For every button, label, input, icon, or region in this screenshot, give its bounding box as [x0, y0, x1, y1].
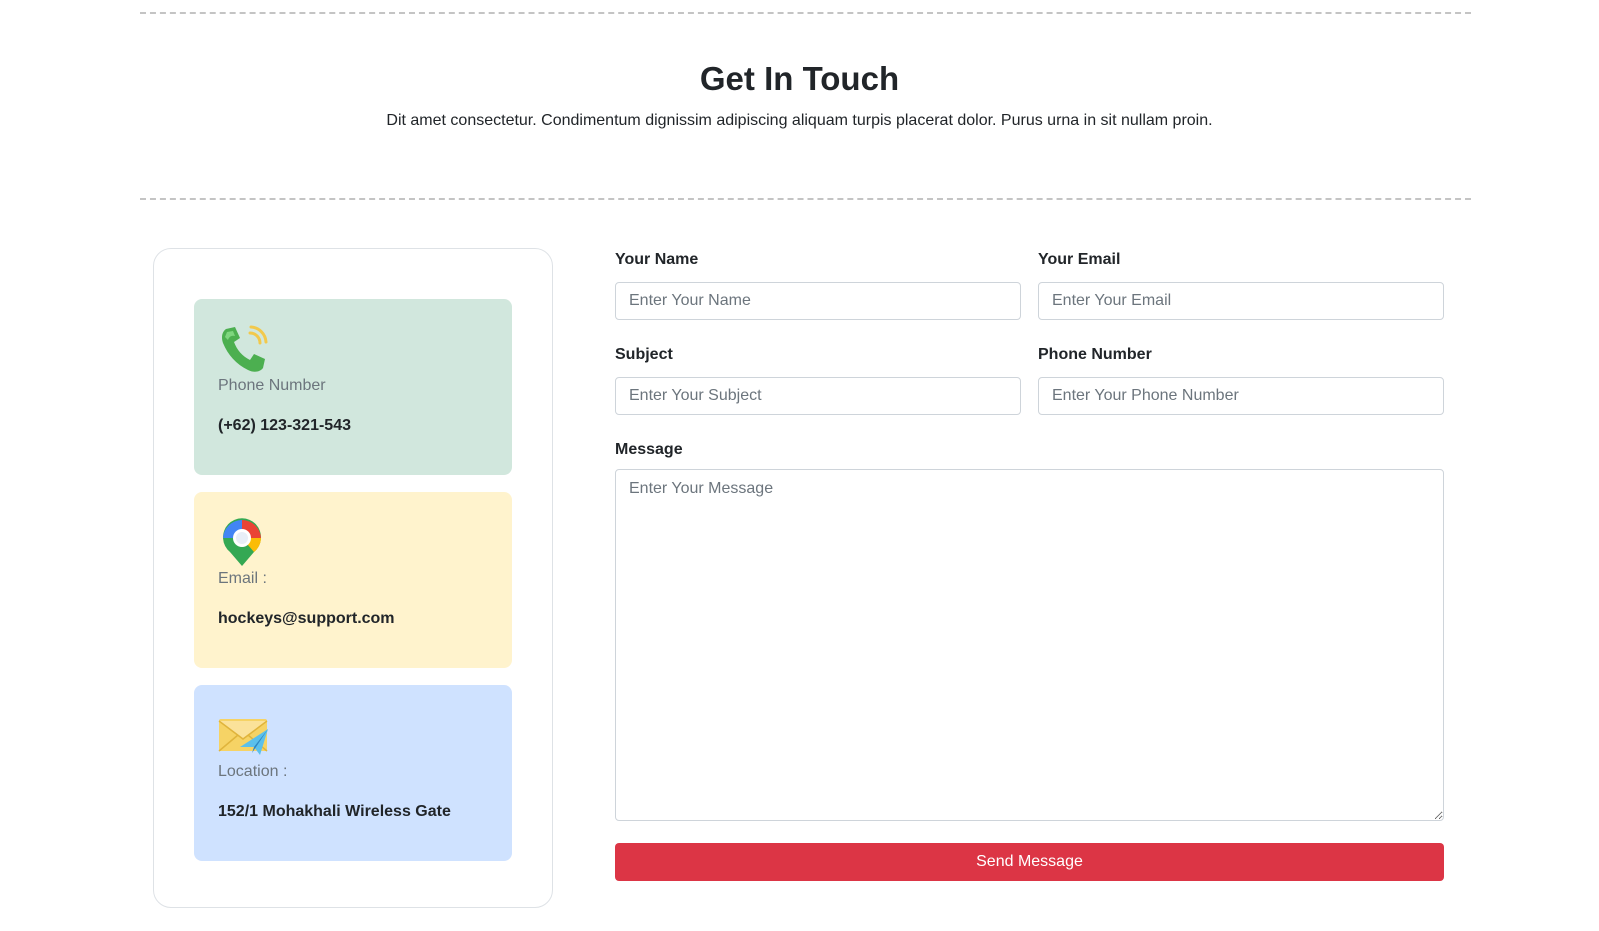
send-message-button[interactable]: Send Message	[615, 843, 1444, 881]
top-divider	[140, 12, 1471, 14]
contact-info-panel: Phone Number (+62) 123-321-543 Email : h…	[153, 248, 553, 908]
phone-field-group: Phone Number	[1038, 345, 1444, 415]
subject-input[interactable]	[615, 377, 1021, 415]
subject-field-group: Subject	[615, 345, 1021, 415]
email-field-group: Your Email	[1038, 250, 1444, 320]
section-divider	[140, 198, 1471, 200]
location-card-label: Location :	[218, 763, 288, 780]
phone-icon	[222, 325, 268, 372]
phone-input[interactable]	[1038, 377, 1444, 415]
message-textarea[interactable]	[615, 469, 1444, 821]
phone-card: Phone Number (+62) 123-321-543	[194, 299, 512, 475]
subject-label: Subject	[615, 346, 673, 363]
location-card-value: 152/1 Mohakhali Wireless Gate	[218, 803, 451, 820]
message-field-group: Message	[615, 440, 1444, 821]
phone-label: Phone Number	[1038, 346, 1152, 363]
name-input[interactable]	[615, 282, 1021, 320]
phone-card-label: Phone Number	[218, 377, 326, 394]
name-label: Your Name	[615, 251, 699, 268]
message-label: Message	[615, 441, 683, 458]
email-card-label: Email :	[218, 570, 267, 587]
page-subtitle: Dit amet consectetur. Condimentum dignis…	[386, 112, 1213, 129]
email-input[interactable]	[1038, 282, 1444, 320]
envelope-icon	[218, 719, 268, 755]
email-card-value: hockeys@support.com	[218, 610, 395, 627]
phone-card-value: (+62) 123-321-543	[218, 417, 351, 434]
name-field-group: Your Name	[615, 250, 1021, 320]
email-card: Email : hockeys@support.com	[194, 492, 512, 668]
page-title: Get In Touch	[699, 60, 900, 97]
location-card: Location : 152/1 Mohakhali Wireless Gate	[194, 685, 512, 861]
map-pin-icon	[223, 518, 261, 566]
email-label: Your Email	[1038, 251, 1121, 268]
